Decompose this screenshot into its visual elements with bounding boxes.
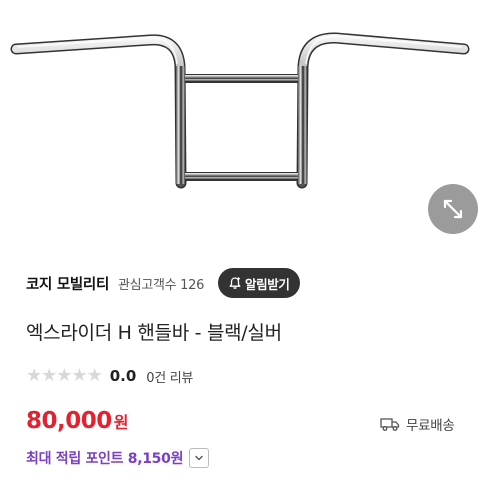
star-icon: ★ — [56, 365, 73, 386]
price-currency: 원 — [113, 413, 129, 432]
expand-arrows-icon — [443, 199, 463, 219]
star-icon: ★ — [26, 365, 43, 386]
shipping-info: 무료배송 — [380, 414, 455, 434]
price: 80,000 원 — [26, 408, 129, 434]
store-name-link[interactable]: 코지 모빌리티 — [26, 273, 109, 294]
star-icon: ★ — [71, 365, 88, 386]
store-info: 코지 모빌리티 관심고객수 126 알림받기 — [26, 266, 301, 300]
zoom-button[interactable] — [428, 184, 478, 234]
max-points: 최대 적립 포인트 8,150원 — [26, 451, 184, 467]
star-icon: ★ — [86, 365, 103, 386]
alarm-label: 알림받기 — [245, 276, 290, 292]
rating-row[interactable]: ★ ★ ★ ★ ★ 0.0 0건 리뷰 — [26, 364, 193, 388]
interest-count: 관심고객수 126 — [118, 277, 205, 293]
points-row: 최대 적립 포인트 8,150원 — [26, 448, 210, 468]
price-value: 80,000 — [26, 408, 112, 434]
delivery-truck-icon — [380, 417, 400, 431]
rating-value: 0.0 — [109, 367, 137, 385]
alarm-subscribe-button[interactable]: 알림받기 — [218, 268, 301, 298]
handlebar-image — [10, 32, 470, 189]
star-rating: ★ ★ ★ ★ ★ — [26, 365, 103, 386]
chevron-down-icon — [195, 455, 203, 461]
bell-plus-icon — [229, 277, 241, 289]
review-count-link[interactable]: 0건 리뷰 — [146, 367, 193, 386]
shipping-label: 무료배송 — [406, 418, 455, 434]
points-expand-button[interactable] — [189, 448, 210, 468]
star-icon: ★ — [41, 365, 58, 386]
product-title: 엑스라이더 H 핸들바 - 블랙/실버 — [26, 322, 282, 344]
product-image[interactable] — [0, 0, 490, 252]
